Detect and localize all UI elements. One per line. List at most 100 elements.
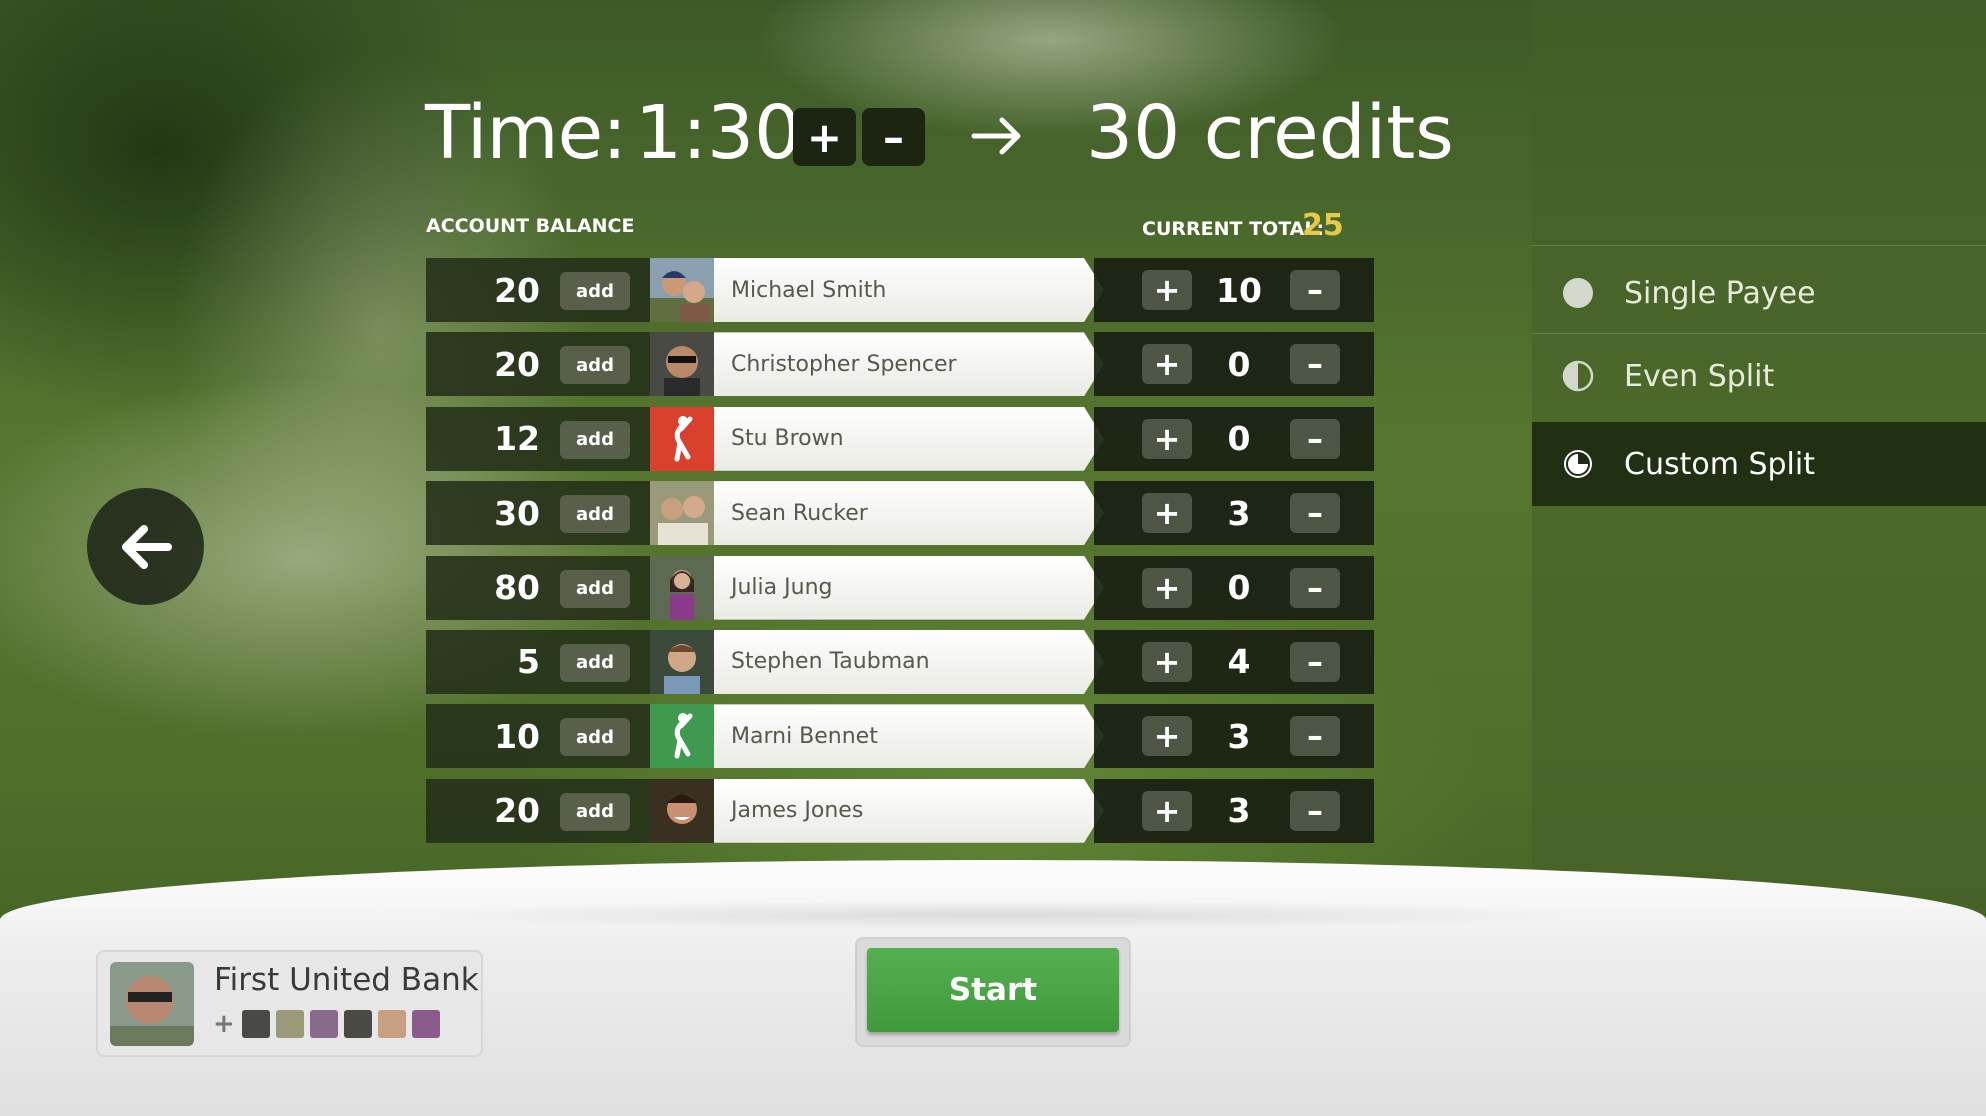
avatar [650,332,714,397]
balance-value: 5 [517,642,540,682]
balance-value: 20 [494,344,540,384]
add-funds-button[interactable]: add [560,569,630,608]
balance-value: 20 [494,270,540,310]
payer-name: First United Bank [214,962,479,998]
option-label: Even Split [1624,358,1775,394]
player-row: 12 add Stu Brown + 0 – [426,406,1384,471]
balance-value: 20 [494,791,540,831]
full-circle-icon [1563,278,1593,308]
arrow-right-icon [971,117,1021,155]
mini-avatar [344,1010,372,1038]
time-label: Time: [425,90,627,176]
balance-value: 10 [494,716,540,756]
share-increase-button[interactable]: + [1142,716,1192,757]
share-value: 3 [1227,493,1251,533]
add-funds-button[interactable]: add [560,643,630,682]
share-controls: + 3 – [1094,481,1374,546]
share-controls: + 4 – [1094,629,1374,694]
share-controls: + 0 – [1094,332,1374,397]
player-name: Michael Smith [714,258,1104,322]
player-name: James Jones [714,778,1104,843]
back-button[interactable] [87,488,204,605]
player-row: 80 add Julia Jung + 0 – [426,555,1384,620]
option-even-split[interactable]: Even Split [1532,334,1986,418]
option-label: Custom Split [1624,446,1815,482]
share-decrease-button[interactable]: – [1290,418,1340,459]
avatar [650,555,714,620]
mini-avatar [310,1010,338,1038]
player-name: Christopher Spencer [714,332,1104,397]
share-decrease-button[interactable]: – [1290,493,1340,534]
avatar [650,481,714,546]
plus-icon: + [213,1009,235,1039]
player-name: Marni Bennet [714,704,1104,769]
start-button[interactable]: Start [867,948,1119,1032]
balance-cell: 12 add [426,406,650,471]
share-decrease-button[interactable]: – [1290,790,1340,831]
share-value: 0 [1227,344,1251,384]
share-controls: + 3 – [1094,704,1374,769]
share-value: 3 [1227,716,1251,756]
payer-card[interactable]: First United Bank + [96,950,483,1057]
share-increase-button[interactable]: + [1142,493,1192,534]
mini-avatar [412,1010,440,1038]
option-label: Single Payee [1624,275,1816,311]
share-increase-button[interactable]: + [1142,641,1192,682]
balance-cell: 30 add [426,481,650,546]
player-name: Julia Jung [714,555,1104,620]
share-increase-button[interactable]: + [1142,270,1192,310]
share-decrease-button[interactable]: – [1290,270,1340,310]
add-funds-button[interactable]: add [560,420,630,459]
footer-shadow [400,900,1600,930]
share-value: 10 [1216,270,1262,310]
option-single-payee[interactable]: Single Payee [1532,251,1986,335]
avatar [110,962,194,1046]
share-increase-button[interactable]: + [1142,790,1192,831]
add-funds-button[interactable]: add [560,272,630,310]
share-increase-button[interactable]: + [1142,344,1192,385]
mini-avatar [378,1010,406,1038]
balance-cell: 80 add [426,555,650,620]
golfer-icon [650,406,714,471]
add-funds-button[interactable]: add [560,346,630,385]
time-increase-button[interactable]: + [793,108,856,166]
balance-cell: 20 add [426,778,650,843]
player-row: 20 add James Jones + 3 – [426,778,1384,843]
balance-value: 80 [494,568,540,608]
balance-cell: 10 add [426,704,650,769]
credits-value: 30 credits [1086,90,1454,176]
share-controls: + 3 – [1094,778,1374,843]
share-value: 3 [1227,791,1251,831]
share-decrease-button[interactable]: – [1290,567,1340,608]
share-decrease-button[interactable]: – [1290,716,1340,757]
player-name: Stu Brown [714,406,1104,471]
golfer-icon [650,704,714,769]
current-total-value: 25 [1302,208,1344,243]
arrow-left-icon [121,524,172,569]
time-decrease-button[interactable]: – [862,108,925,166]
current-total-label: CURRENT TOTAL: [1142,218,1325,240]
start-button-frame: Start [855,937,1131,1047]
add-funds-button[interactable]: add [560,495,630,534]
player-row: 5 add Stephen Taubman + 4 – [426,629,1384,694]
balance-cell: 20 add [426,258,650,322]
player-name: Sean Rucker [714,481,1104,546]
balance-cell: 20 add [426,332,650,397]
player-row: 10 add Marni Bennet + 3 – [426,704,1384,769]
balance-value: 12 [494,419,540,459]
player-row: 20 add Michael Smith + 10 – [426,258,1384,322]
option-custom-split[interactable]: Custom Split [1532,422,1986,506]
avatar [650,778,714,843]
share-decrease-button[interactable]: – [1290,344,1340,385]
add-funds-button[interactable]: add [560,792,630,831]
account-balance-label: ACCOUNT BALANCE [426,215,635,237]
share-decrease-button[interactable]: – [1290,641,1340,682]
half-circle-icon [1562,360,1594,392]
avatar [650,258,714,322]
share-value: 0 [1227,568,1251,608]
add-funds-button[interactable]: add [560,718,630,757]
share-value: 0 [1227,419,1251,459]
pie-circle-icon [1564,450,1592,478]
share-increase-button[interactable]: + [1142,418,1192,459]
share-increase-button[interactable]: + [1142,567,1192,608]
